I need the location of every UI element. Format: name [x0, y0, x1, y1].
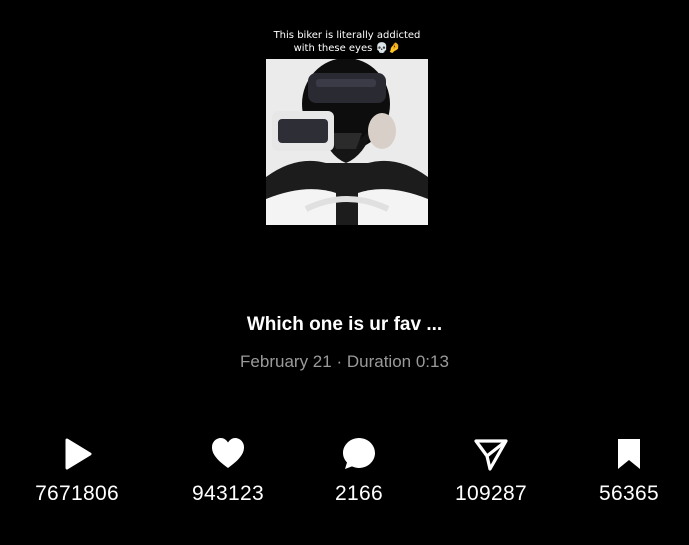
video-meta: February 21 · Duration 0:13	[0, 352, 689, 372]
meta-separator: ·	[336, 352, 343, 371]
play-icon	[65, 438, 92, 470]
plays-stat[interactable]: 7671806	[17, 436, 137, 506]
likes-count: 943123	[192, 482, 264, 505]
comment-icon	[343, 438, 375, 469]
bookmark-icon	[618, 439, 640, 469]
heart-icon	[212, 438, 244, 468]
video-duration: Duration 0:13	[346, 352, 449, 371]
plays-count: 7671806	[35, 482, 119, 505]
saves-stat[interactable]: 56365	[569, 436, 689, 506]
comments-stat[interactable]: 2166	[299, 436, 419, 506]
video-thumbnail[interactable]: This biker is literally addicted with th…	[257, 25, 437, 255]
saves-count: 56365	[599, 482, 659, 505]
video-date: February 21	[240, 352, 332, 371]
video-title: Which one is ur fav ...	[246, 314, 443, 335]
share-icon	[474, 439, 508, 471]
shares-stat[interactable]: 109287	[431, 436, 551, 506]
thumbnail-image	[266, 59, 428, 225]
comments-count: 2166	[335, 482, 383, 505]
shares-count: 109287	[455, 482, 527, 505]
thumbnail-caption: This biker is literally addicted with th…	[273, 30, 421, 54]
stats-bar: 7671806 943123 2166 109287 56365	[0, 436, 689, 516]
likes-stat[interactable]: 943123	[168, 436, 288, 506]
